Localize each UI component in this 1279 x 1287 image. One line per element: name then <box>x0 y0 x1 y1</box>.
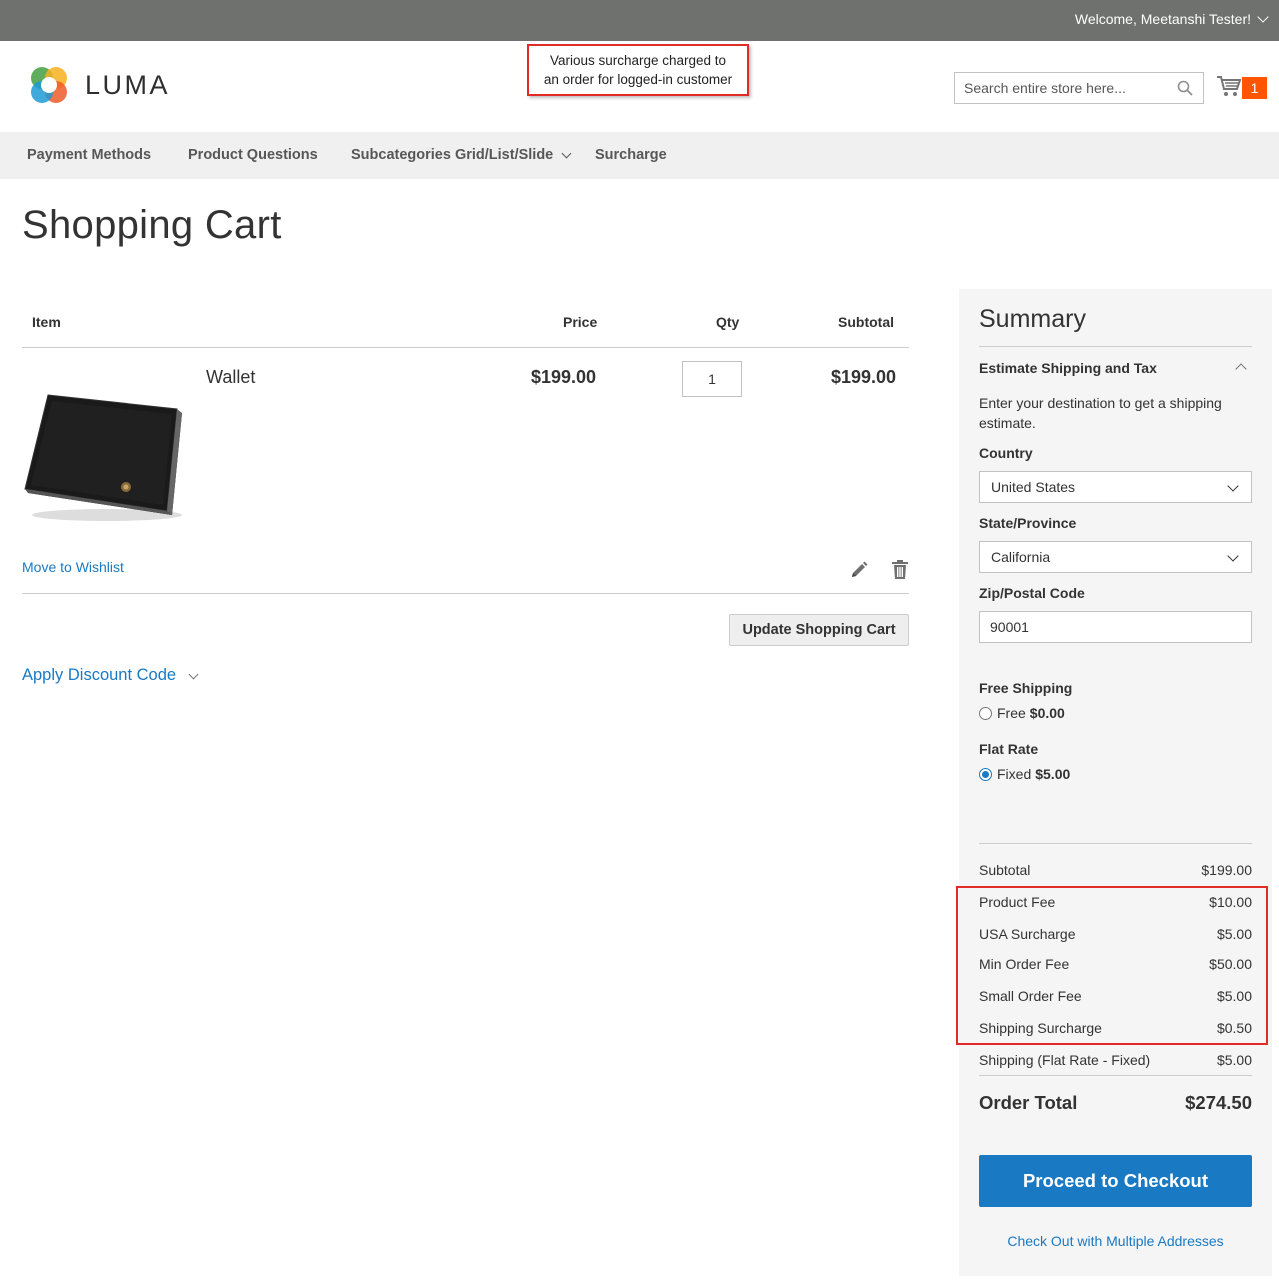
update-shopping-cart-button[interactable]: Update Shopping Cart <box>729 614 909 646</box>
chevron-down-icon <box>1227 550 1239 562</box>
item-subtotal: $199.00 <box>831 367 897 387</box>
free-shipping-option[interactable]: Free $0.00 <box>979 705 1065 721</box>
pencil-edit-icon[interactable] <box>850 561 868 579</box>
top-bar: Welcome, Meetanshi Tester! <box>0 0 1279 41</box>
search-icon[interactable] <box>1177 80 1193 96</box>
divider <box>22 347 909 348</box>
proceed-to-checkout-button[interactable]: Proceed to Checkout <box>979 1155 1252 1207</box>
nav-item-label: Payment Methods <box>27 147 152 163</box>
product-name[interactable]: Wallet <box>206 367 255 388</box>
zip-label: Zip/Postal Code <box>979 585 1085 601</box>
order-total-value: $274.50 <box>1185 1092 1252 1113</box>
divider <box>979 1075 1252 1076</box>
estimate-description: Enter your destination to get a shipping… <box>979 395 1222 431</box>
shopping-cart-icon[interactable] <box>1216 74 1242 98</box>
totals-value: $199.00 <box>1201 862 1252 878</box>
chevron-down-icon <box>1227 480 1239 492</box>
estimate-shipping-toggle[interactable]: Estimate Shipping and Tax <box>979 360 1157 376</box>
flat-rate-option[interactable]: Fixed $5.00 <box>979 766 1070 782</box>
qty-input[interactable] <box>682 361 742 397</box>
nav-item-surcharge[interactable]: Surcharge <box>595 147 667 163</box>
nav-item-subcategories[interactable]: Subcategories Grid/List/Slide <box>351 147 572 163</box>
multi-address-checkout-link[interactable]: Check Out with Multiple Addresses <box>979 1233 1252 1249</box>
search-input[interactable] <box>955 80 1165 96</box>
logo-text: LUMA <box>85 69 171 100</box>
move-to-wishlist-link[interactable]: Move to Wishlist <box>22 559 124 575</box>
apply-discount-label: Apply Discount Code <box>22 666 177 684</box>
flat-rate-label: Fixed <box>997 766 1032 782</box>
state-label: State/Province <box>979 515 1077 531</box>
flat-rate-title: Flat Rate <box>979 741 1039 757</box>
nav-item-label: Surcharge <box>595 147 667 163</box>
nav-item-label: Product Questions <box>188 147 318 163</box>
divider <box>979 843 1252 844</box>
column-header-subtotal: Subtotal <box>838 314 894 330</box>
column-header-item: Item <box>32 314 61 330</box>
nav-item-label: Subcategories Grid/List/Slide <box>351 147 554 163</box>
column-header-qty: Qty <box>716 314 740 330</box>
search-box <box>954 72 1204 104</box>
totals-label: Subtotal <box>979 862 1031 878</box>
item-price: $199.00 <box>531 367 597 387</box>
chevron-down-icon <box>188 669 199 680</box>
summary-title: Summary <box>979 305 1086 333</box>
free-shipping-label: Free <box>997 705 1026 721</box>
logo[interactable]: LUMA <box>27 63 170 107</box>
totals-label: Shipping (Flat Rate - Fixed) <box>979 1052 1151 1068</box>
column-header-price: Price <box>563 314 598 330</box>
free-shipping-title: Free Shipping <box>979 680 1073 696</box>
country-selected-value: United States <box>991 479 1076 495</box>
totals-row-shipping: Shipping (Flat Rate - Fixed) $5.00 <box>979 1052 1252 1068</box>
trash-icon[interactable] <box>892 560 908 579</box>
order-summary: Summary Estimate Shipping and Tax Enter … <box>959 289 1272 1276</box>
totals-row-subtotal: Subtotal $199.00 <box>979 862 1252 878</box>
country-label: Country <box>979 445 1033 461</box>
cart-count-badge[interactable]: 1 <box>1242 77 1267 99</box>
order-total-label: Order Total <box>979 1092 1078 1113</box>
nav-item-payment-methods[interactable]: Payment Methods <box>27 147 151 163</box>
divider <box>979 346 1252 347</box>
product-image-wallet[interactable] <box>22 385 188 527</box>
totals-value: $5.00 <box>1216 1052 1252 1068</box>
chevron-down-icon <box>1257 11 1269 23</box>
surcharge-highlight-box <box>956 886 1268 1045</box>
luma-logo-icon <box>31 67 67 103</box>
flat-rate-price: $5.00 <box>1035 766 1071 782</box>
free-shipping-radio[interactable] <box>979 706 992 720</box>
divider <box>22 593 909 594</box>
welcome-menu[interactable]: Welcome, Meetanshi Tester! <box>1074 11 1269 27</box>
main-navigation: Payment Methods Product Questions Subcat… <box>0 132 1279 179</box>
chevron-up-icon[interactable] <box>1235 363 1247 375</box>
state-selected-value: California <box>991 549 1051 565</box>
apply-discount-toggle[interactable]: Apply Discount Code <box>22 666 199 685</box>
zip-input[interactable] <box>979 611 1252 643</box>
page-title: Shopping Cart <box>22 203 282 247</box>
chevron-down-icon <box>561 148 572 158</box>
annotation-callout: Various surcharge charged to an order fo… <box>527 44 749 96</box>
annotation-line-2: an order for logged-in customer <box>543 72 733 87</box>
order-total-row: Order Total $274.50 <box>979 1092 1252 1114</box>
free-shipping-price: $0.00 <box>1029 705 1065 721</box>
product-name-text: Wallet <box>206 367 256 387</box>
nav-item-product-questions[interactable]: Product Questions <box>188 147 318 163</box>
welcome-text: Welcome, Meetanshi Tester! <box>1074 11 1251 27</box>
state-select[interactable]: California <box>979 541 1252 573</box>
flat-rate-radio[interactable] <box>979 767 992 781</box>
annotation-line-1: Various surcharge charged to <box>549 53 727 68</box>
country-select[interactable]: United States <box>979 471 1252 503</box>
